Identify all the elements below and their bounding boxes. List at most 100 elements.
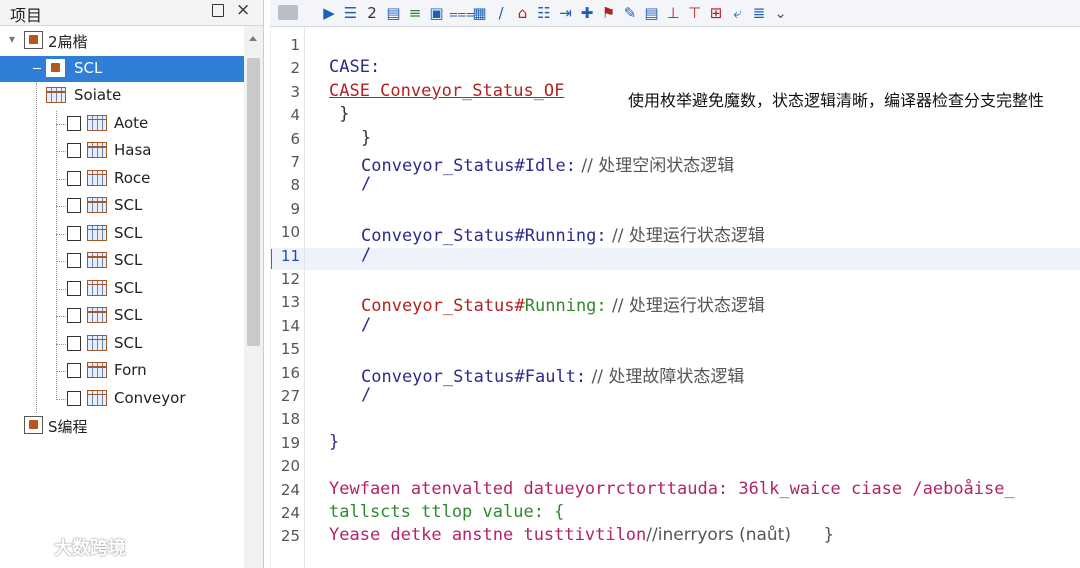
code-line[interactable]: Yewfaen atenvalted datueyorrctorttauda: …	[329, 479, 1015, 499]
tree-guide	[56, 178, 66, 180]
tree-item-label: SCL	[74, 58, 103, 77]
line-number: 13	[280, 293, 300, 312]
move-icon[interactable]: ⤶	[729, 3, 747, 23]
block-icon[interactable]: ▤	[385, 3, 403, 23]
code-line[interactable]: /	[361, 385, 371, 405]
code-line[interactable]: }	[329, 432, 339, 452]
tree-item-label: Conveyor	[114, 388, 186, 407]
code-line[interactable]: CASE Conveyor_Status_OF	[329, 81, 564, 101]
tree-item-label: Forn	[114, 361, 147, 379]
run-icon[interactable]: ▶	[320, 3, 338, 23]
tree-item-label: Soiate	[74, 86, 122, 104]
plus-icon[interactable]: ✚	[578, 3, 596, 23]
insert-row-icon[interactable]: ⊥	[664, 3, 682, 23]
item-checkbox[interactable]	[67, 115, 81, 131]
code-line[interactable]: }	[361, 128, 371, 148]
code-line[interactable]: Conveyor_Status#Running: // 处理运行状态逻辑	[361, 221, 765, 246]
code-comment: // 处理运行状态逻辑	[606, 296, 765, 317]
collapse-icon[interactable]	[33, 67, 41, 69]
insert-col-icon[interactable]: ⊤	[686, 3, 704, 23]
line-number: 7	[290, 153, 300, 171]
code-line[interactable]: /	[361, 174, 371, 194]
tree-item[interactable]: SCL	[0, 55, 244, 82]
tree-guide	[56, 110, 57, 398]
line-number: 6	[290, 129, 300, 148]
current-line-highlight	[270, 248, 1080, 270]
tree-guide	[56, 371, 66, 372]
item-checkbox[interactable]	[67, 280, 81, 296]
code-token: /	[361, 174, 372, 195]
close-icon[interactable]: ×	[236, 0, 250, 20]
code-token: /	[361, 244, 372, 265]
split-icon[interactable]: ⩶	[449, 3, 475, 23]
tree-guide	[56, 398, 66, 400]
line-number: 9	[290, 199, 300, 218]
panel-header: 项目 ×	[0, 0, 263, 26]
table-icon	[87, 114, 107, 131]
tree-item-label: SCL	[114, 251, 143, 269]
code-editor[interactable]: 1 2 3 4 6 7 8 9 10 11 12 13 14 15 16 27 18 19 20 24 24 25 CAS…	[270, 27, 1080, 568]
editor-left-edge	[270, 27, 271, 568]
code-line[interactable]: CASE:	[329, 57, 380, 77]
lines-icon[interactable]: ☷	[535, 3, 553, 23]
annotation-text: 使用枚举避免魔数，状态逻辑清晰，编译器检查分支完整性	[628, 91, 1045, 110]
expand-arrow-icon[interactable]: ▾	[9, 32, 15, 46]
line-number: 4	[290, 106, 300, 125]
list-text-icon[interactable]: ≣	[750, 3, 768, 23]
item-checkbox[interactable]	[67, 143, 81, 158]
item-checkbox[interactable]	[67, 335, 81, 351]
code-line[interactable]: Conveyor_Status#Running: // 处理运行状态逻辑	[361, 291, 765, 316]
scroll-thumb[interactable]	[247, 58, 260, 346]
code-line[interactable]: /	[361, 315, 371, 335]
item-checkbox[interactable]	[67, 390, 81, 406]
tree-scrollbar[interactable]	[244, 26, 263, 568]
table-insert-icon[interactable]: ⊞	[707, 3, 725, 23]
tree-item[interactable]: S编程	[0, 413, 244, 439]
table-icon	[87, 169, 107, 186]
code-line[interactable]: Yease detke anstne tusttivtilon//inerryo…	[329, 525, 834, 545]
item-checkbox[interactable]	[67, 363, 81, 378]
chevron-down-icon[interactable]: ⌄	[772, 3, 790, 23]
code-line[interactable]: Conveyor_Status#Idle: // 处理空闲状态逻辑	[361, 151, 734, 176]
align-icon[interactable]: ≡	[406, 3, 424, 23]
tree-guide	[56, 261, 66, 262]
slash-icon[interactable]: /	[492, 3, 510, 23]
tree-item-label: S编程	[48, 418, 88, 436]
item-checkbox[interactable]	[67, 198, 81, 213]
table-icon	[87, 362, 107, 378]
item-checkbox[interactable]	[67, 170, 81, 186]
code-token: Conveyor_Status#Running:	[361, 226, 607, 247]
tree-item-label: Roce	[114, 168, 151, 187]
tree-item-label: 2扁楷	[48, 33, 88, 51]
frame-icon[interactable]: ▣	[428, 3, 446, 23]
code-token: }	[329, 104, 350, 125]
code-comment: // 处理故障状态逻辑	[586, 366, 745, 387]
list-icon[interactable]: ☰	[342, 3, 360, 23]
code-line[interactable]: Conveyor_Status#Fault: // 处理故障状态逻辑	[361, 362, 744, 387]
project-tree: ▾ 2扁楷 SCL Soiate Aote Hasa Roce SCL SCL SCL SCL SCL…	[0, 26, 263, 568]
item-checkbox[interactable]	[67, 253, 81, 268]
tag-icon[interactable]: ✎	[621, 3, 639, 23]
table-icon	[87, 279, 107, 296]
restore-icon[interactable]	[212, 4, 224, 17]
tree-guide	[36, 83, 37, 413]
bracket-icon[interactable]: ⌂	[514, 3, 532, 23]
tree-item[interactable]: ▾ 2扁楷	[0, 28, 244, 54]
indent-icon[interactable]: ⇥	[557, 3, 575, 23]
number-two-icon[interactable]: 2	[363, 3, 381, 23]
grid-icon[interactable]: ▦	[471, 3, 489, 23]
tree-item-label: Aote	[114, 113, 149, 132]
page-icon[interactable]: ▤	[643, 3, 661, 23]
bookmark-icon[interactable]: ⚑	[600, 3, 618, 23]
item-checkbox[interactable]	[67, 308, 81, 323]
project-panel: 项目 × ▾ 2扁楷 SCL Soiate Aote Hasa Roce SCL SCL SCL S…	[0, 0, 264, 568]
scroll-up-icon[interactable]	[249, 36, 257, 41]
code-line[interactable]: }	[329, 104, 349, 124]
code-line[interactable]: tallscts ttlop value: {	[329, 502, 564, 522]
tree-item-label: SCL	[114, 196, 143, 214]
code-line[interactable]: /	[361, 245, 371, 265]
item-checkbox[interactable]	[67, 225, 81, 241]
line-number: 12	[280, 270, 300, 288]
line-number: 15	[280, 340, 300, 359]
tree-item-label: SCL	[114, 278, 143, 297]
